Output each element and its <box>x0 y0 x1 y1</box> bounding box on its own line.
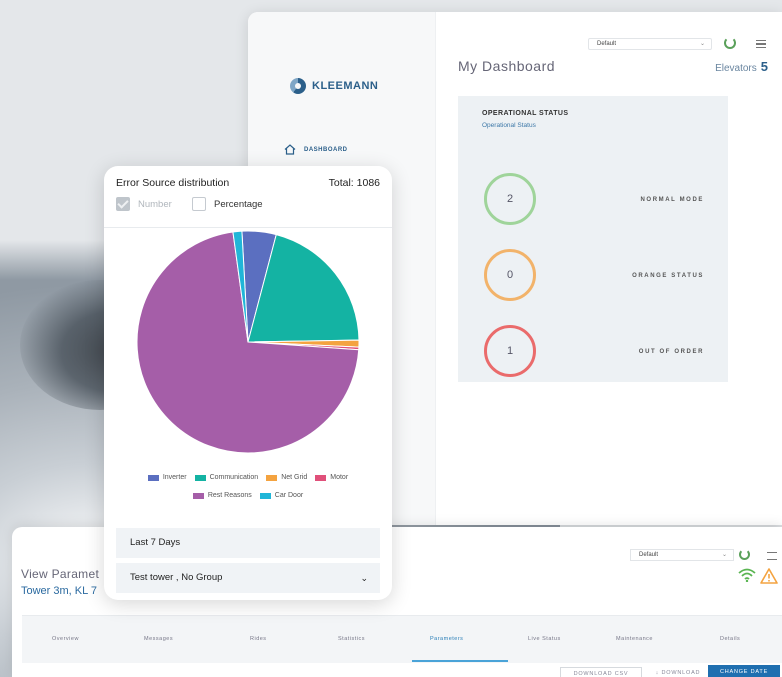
checkbox-unchecked-icon <box>192 197 206 211</box>
home-icon <box>284 144 296 155</box>
tab-details[interactable]: Details <box>720 636 740 642</box>
download-csv-button[interactable]: DOWNLOAD CSV <box>560 667 642 677</box>
menu-icon[interactable] <box>756 40 766 48</box>
card-title: Error Source distribution <box>116 177 230 189</box>
legend-swatch <box>266 475 278 481</box>
legend-swatch <box>192 493 204 499</box>
legend-swatch <box>315 475 327 481</box>
menu-icon[interactable] <box>767 552 777 560</box>
status-label-orange: ORANGE STATUS <box>632 273 704 279</box>
chevron-down-icon: ⌄ <box>360 573 368 583</box>
checkbox-checked-icon <box>116 197 130 211</box>
tab-statistics[interactable]: Statistics <box>338 636 365 642</box>
period-select[interactable]: Last 7 Days <box>116 528 380 558</box>
status-count-out-of-order[interactable]: 1 <box>484 325 536 377</box>
legend-swatch <box>147 475 159 481</box>
legend-item-motor[interactable]: Motor <box>315 470 348 486</box>
chart-legend: Inverter Communication Net Grid Motor Rest R… <box>104 470 392 506</box>
tab-live-status[interactable]: Live Status <box>528 636 561 642</box>
legend-item-net-grid[interactable]: Net Grid <box>266 470 307 486</box>
chevron-down-icon: ⌄ <box>721 552 727 558</box>
tab-parameters[interactable]: Parameters <box>430 636 463 642</box>
status-count-orange[interactable]: 0 <box>484 249 536 301</box>
legend-label: Net Grid <box>281 474 308 481</box>
total-count: Total: 1086 <box>328 177 380 189</box>
legend-item-communication[interactable]: Communication <box>194 470 259 486</box>
legend-label: Inverter <box>162 474 187 481</box>
page-title: My Dashboard <box>458 58 556 74</box>
sidebar-item-dashboard[interactable]: DASHBOARD <box>284 144 348 155</box>
tab-overview[interactable]: Overview <box>52 636 79 642</box>
tab-rides[interactable]: Rides <box>250 636 267 642</box>
status-label-normal: NORMAL MODE <box>640 197 704 203</box>
legend-label: Communication <box>209 474 259 481</box>
legend-item-car-door[interactable]: Car Door <box>259 488 304 504</box>
warning-icon <box>760 568 778 584</box>
download-button[interactable]: ↓ DOWNLOAD <box>646 667 710 677</box>
tab-messages[interactable]: Messages <box>144 636 173 642</box>
elevators-count: Elevators 5 <box>715 59 768 74</box>
legend-swatch <box>259 493 271 499</box>
tab-bar: Overview Messages Rides Statistics Param… <box>22 615 782 663</box>
change-date-button[interactable]: CHANGE DATE <box>708 665 780 677</box>
refresh-icon[interactable] <box>724 37 736 49</box>
legend-item-rest-reasons[interactable]: Rest Reasons <box>192 488 252 504</box>
elevator-subtitle[interactable]: Tower 3m, KL 7 <box>21 585 97 597</box>
legend-item-inverter[interactable]: Inverter <box>147 470 187 486</box>
error-source-pie-chart[interactable] <box>104 230 392 466</box>
brand-logo[interactable]: KLEEMANN <box>290 78 378 94</box>
sidebar-item-label: DASHBOARD <box>304 146 348 153</box>
tab-maintenance[interactable]: Maintenance <box>616 636 653 642</box>
dashboard-main: Default ⌄ My Dashboard Elevators 5 OPERAT… <box>436 12 782 525</box>
legend-label: Rest Reasons <box>207 492 252 499</box>
percentage-checkbox[interactable]: Percentage <box>192 197 263 211</box>
legend-label: Motor <box>330 474 349 481</box>
kleemann-logo-icon <box>290 78 306 94</box>
status-label-out-of-order: OUT OF ORDER <box>638 349 704 355</box>
chevron-down-icon: ⌄ <box>699 41 705 47</box>
legend-label: Car Door <box>274 492 304 499</box>
profile-select[interactable]: Default ⌄ <box>630 549 734 561</box>
panel-title: OPERATIONAL STATUS <box>482 110 569 117</box>
wifi-icon <box>738 568 756 582</box>
panel-subtitle: Operational Status <box>482 122 536 129</box>
active-tab-indicator <box>412 660 508 662</box>
group-select[interactable]: Test tower , No Group ⌄ <box>116 563 380 593</box>
brand-name: KLEEMANN <box>312 80 379 92</box>
page-title: View Paramet <box>21 567 100 581</box>
error-source-card: Error Source distribution Total: 1086 Nu… <box>104 166 392 600</box>
operational-status-panel: OPERATIONAL STATUS Operational Status 2 … <box>458 96 728 382</box>
profile-select[interactable]: Default ⌄ <box>588 38 712 50</box>
status-count-normal[interactable]: 2 <box>484 173 536 225</box>
refresh-icon[interactable] <box>739 549 750 560</box>
number-checkbox[interactable]: Number <box>116 197 172 211</box>
legend-swatch <box>194 475 206 481</box>
